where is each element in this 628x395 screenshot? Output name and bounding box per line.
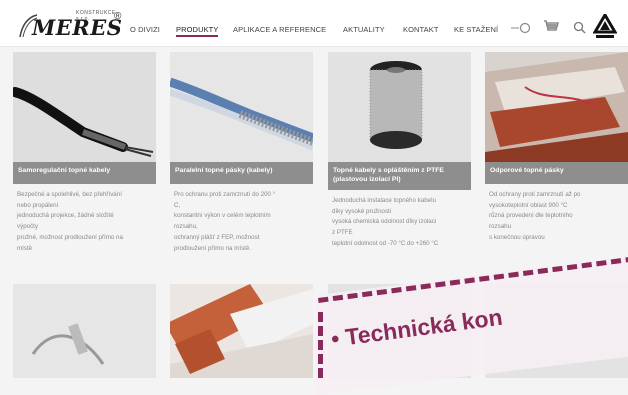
product-description-line: prodloužení přímo na místě. [174,244,252,252]
product-description-line: různá provedení dle teplotního [489,212,573,220]
product-description-line: nebo propálení [17,201,59,209]
product-description-line: C, [174,201,181,209]
product-description-line: s konečnou úpravou [489,233,545,241]
product-description-line: výpočty [17,223,38,231]
product-description-line: konstantní výkon v celém teplotním [174,212,271,220]
product-description-line: Pro ochranu proti zamrznutí do 200 ° [174,191,276,198]
nav-active-indicator [176,35,218,37]
site-header: MERES KONSTRUKCE s.r.o. ® O DIVIZI PRODU… [0,0,628,47]
nav-ke-stazeni[interactable]: KE STAŽENÍ [454,25,498,34]
product-image-parallel-heating-tape [170,52,313,162]
product-description-line: rozsahu, [174,223,198,231]
product-description-line: pružné, možnost prodloužení přímo na [17,233,123,241]
cart-icon[interactable] [543,19,559,35]
product-description-line: ochranný plášť z FEP, možnost [174,233,260,241]
product-description-line: díky vysoké pružnosti [332,207,392,215]
product-image-cable-accessory[interactable] [13,284,156,378]
product-description-line: vysoká chemická odolnost díky izolaci [332,218,437,226]
product-image-silicone-heating-mat[interactable] [170,284,313,378]
product-description-line: jednoduchá projekce, žádné složité [17,212,114,220]
product-description: Pro ochranu proti zamrznutí do 200 ° C, … [174,190,310,254]
nav-aktuality[interactable]: AKTUALITY [343,25,385,34]
product-description: Bezpečné a spolehlivé, bez přehřívání ne… [17,190,153,254]
product-description-line: místě [17,244,33,252]
product-description-line: Jednoduchá instalace topného kabelu [332,197,436,204]
search-icon[interactable] [573,21,586,34]
banner-dashed-border-left [318,312,323,378]
product-description-line: rozsahu [489,223,512,231]
logo-subtext: KONSTRUKCE s.r.o. [76,10,116,22]
product-title[interactable]: Paralelní topné pásky (kabely) [170,162,313,184]
product-description-line: Od ochrany proti zamrznutí až po [489,191,581,198]
nav-aplikace-a-reference[interactable]: APLIKACE A REFERENCE [233,25,326,34]
product-description-line: z PTFE [332,229,353,237]
login-toggle-icon[interactable] [510,22,532,34]
product-image-resistive-heating-tape [485,52,628,162]
nav-kontakt[interactable]: KONTAKT [403,25,439,34]
product-title[interactable]: Topné kabely s opláštěním z PTFE (plasto… [328,162,471,190]
nav-produkty[interactable]: PRODUKTY [176,25,218,34]
product-title[interactable]: Odporové topné pásky [485,162,628,184]
product-description: Od ochrany proti zamrznutí až po vysokot… [489,190,625,244]
product-image-self-regulating-cable [13,52,156,162]
product-description-line: Bezpečné a spolehlivé, bez přehřívání [17,191,122,198]
meres-logo[interactable]: MERES KONSTRUKCE s.r.o. ® [18,10,130,41]
nav-o-divizi[interactable]: O DIVIZI [130,25,160,34]
logo-registered-mark: ® [114,11,122,22]
product-title[interactable]: Samoregulační topné kabely [13,162,156,184]
product-description-line: vysokoteplotní oblast 900 °C [489,201,568,209]
raychem-logo[interactable] [593,14,617,40]
product-image-ptfe-cable-spool [328,52,471,162]
product-description: Jednoduchá instalace topného kabelu díky… [332,196,468,250]
product-description-line: teplotní odolnost od -70 °C do +260 °C [332,239,439,247]
